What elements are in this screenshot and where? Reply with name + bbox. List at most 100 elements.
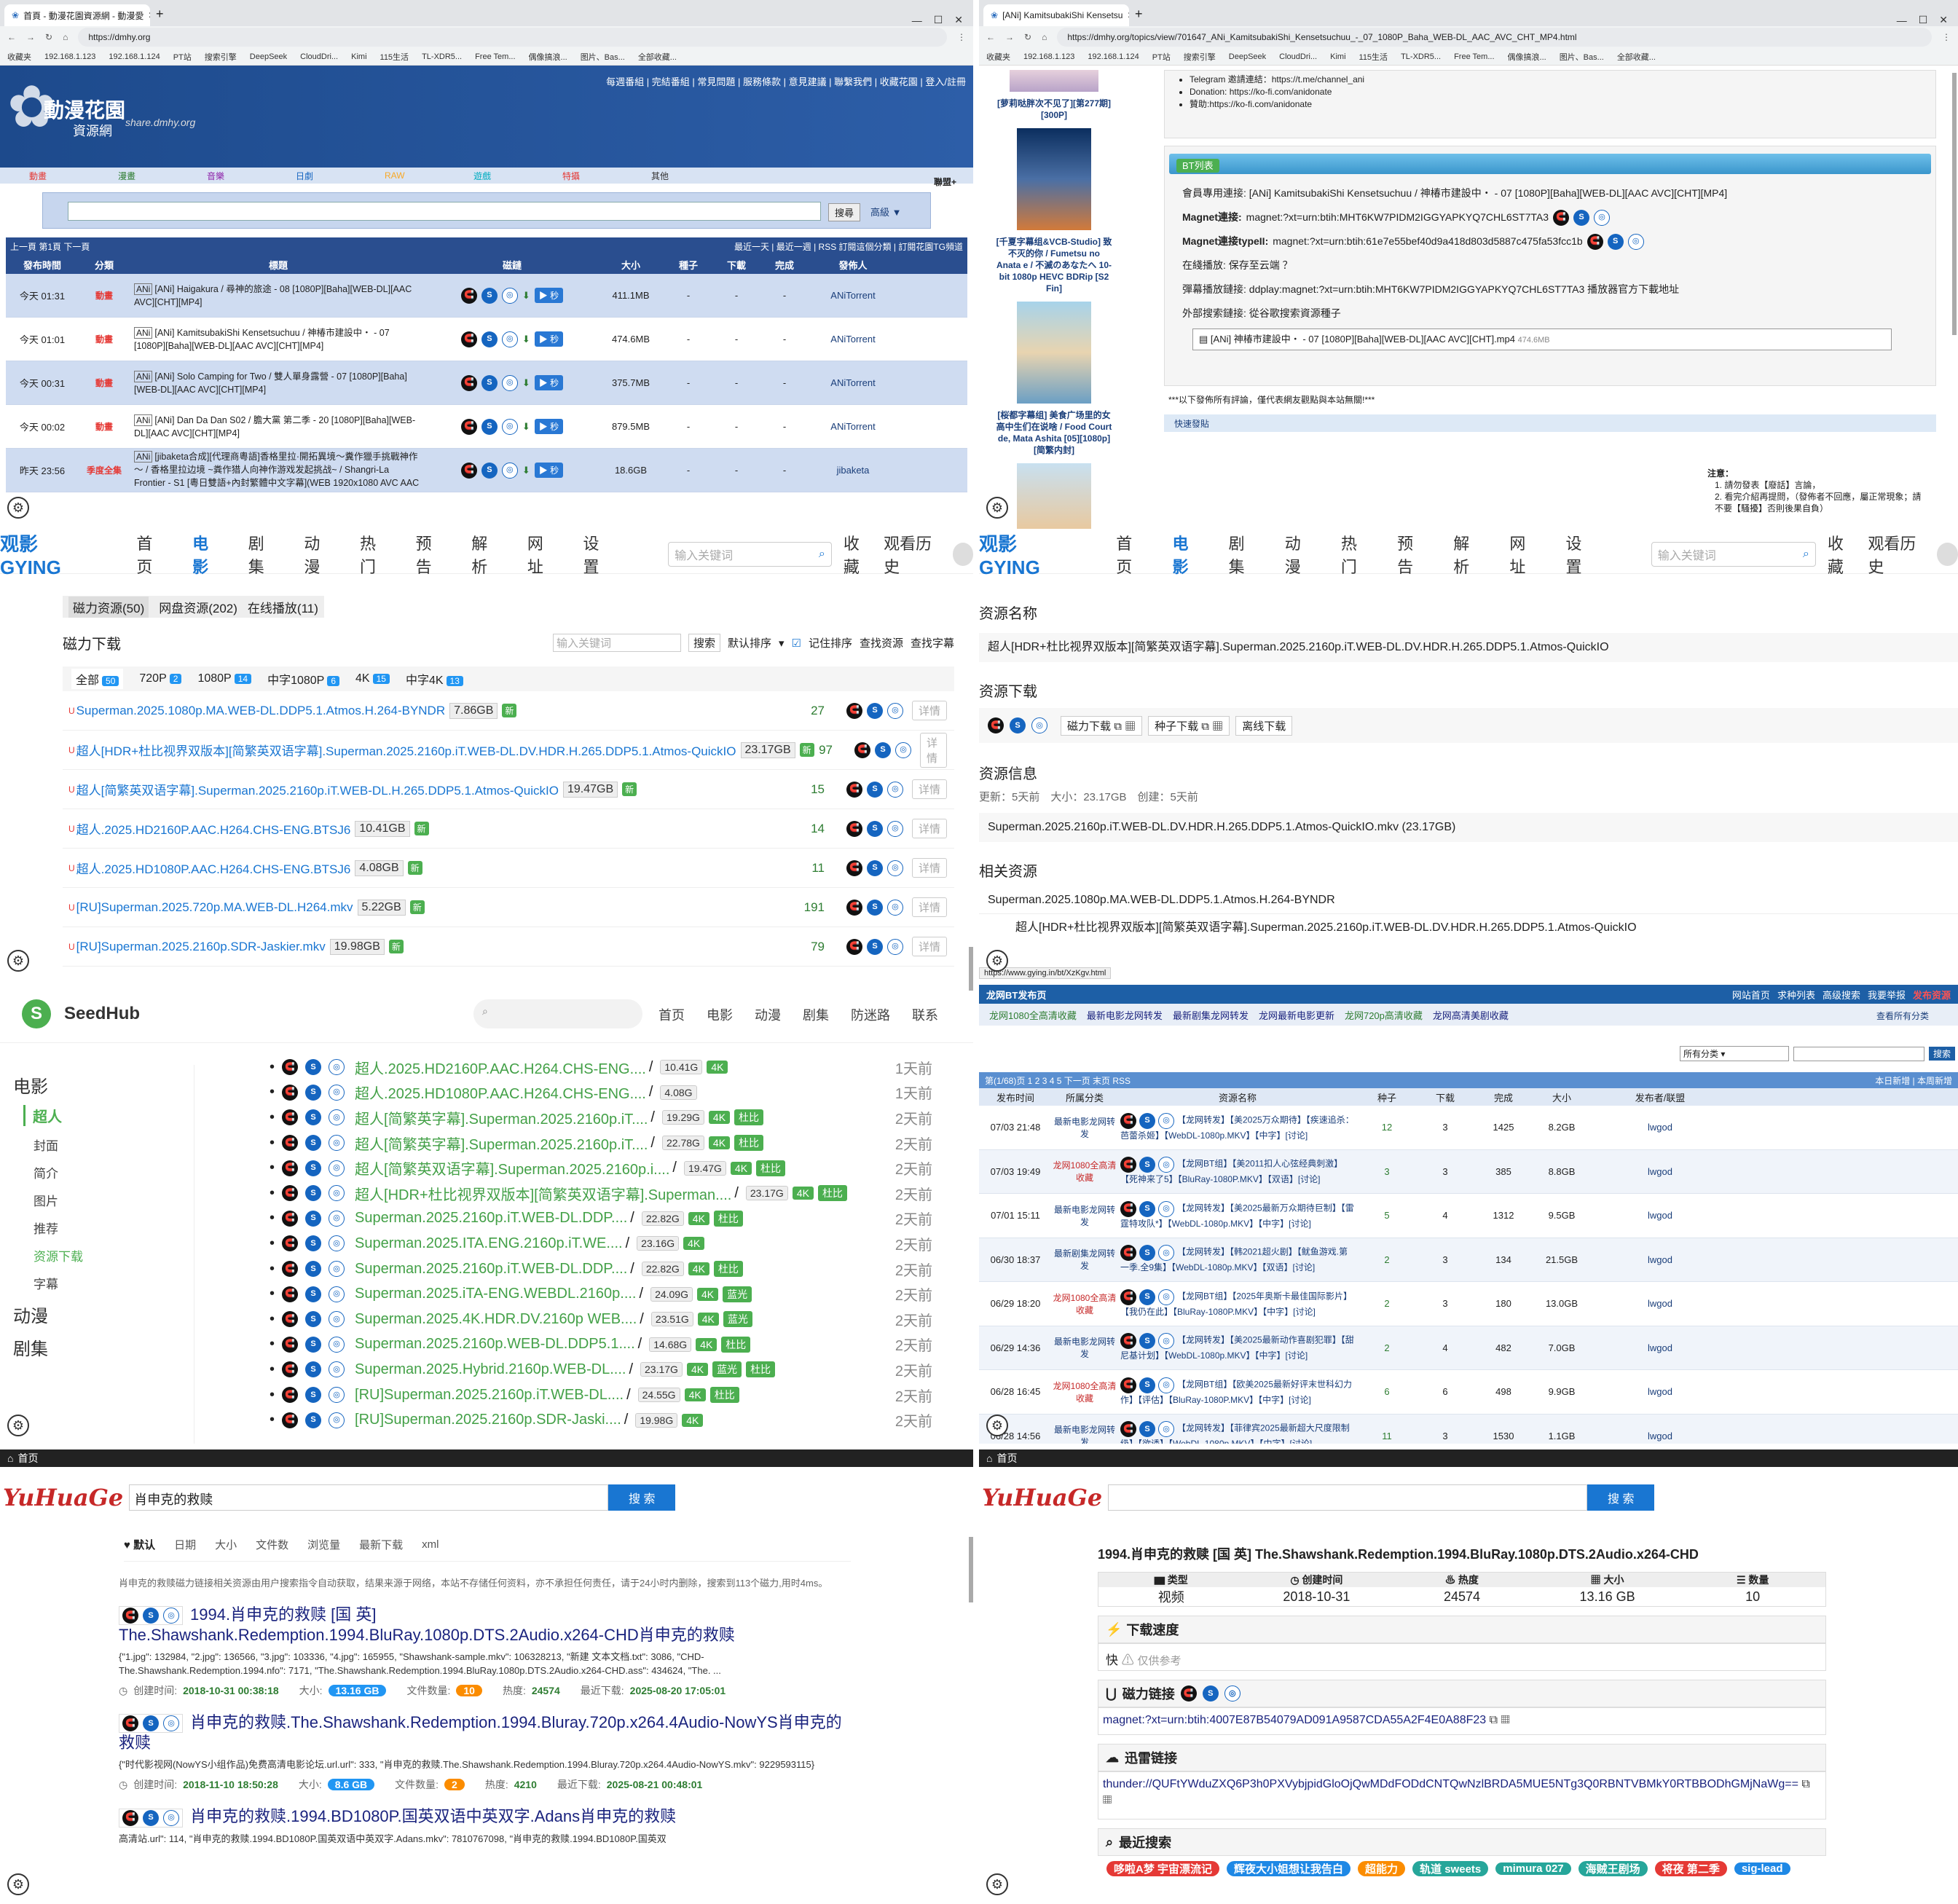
qr-icon[interactable]: ▦ bbox=[1125, 720, 1136, 733]
magnet2-link[interactable]: magnet:?xt=urn:btih:61e7e55bef40d9a418d8… bbox=[1273, 229, 1582, 253]
row-category[interactable]: 龙网1080全高清收藏 bbox=[1052, 1291, 1117, 1316]
globe-icon[interactable]: ◎ bbox=[501, 462, 518, 479]
reload-icon[interactable]: ↻ bbox=[1024, 32, 1031, 42]
magnet-icon[interactable]: 🧲 bbox=[282, 1311, 299, 1328]
column-header[interactable]: 標題 bbox=[130, 258, 427, 272]
find-subtitle[interactable]: 查找字幕 bbox=[911, 635, 954, 650]
avatar[interactable] bbox=[952, 542, 973, 566]
sidebar-item[interactable]: 封面 bbox=[34, 1136, 122, 1154]
magnet-icon[interactable]: 🧲 bbox=[122, 1608, 138, 1624]
info-line[interactable]: Telegram 邀請連結：https://t.me/channel_ani bbox=[1190, 74, 1921, 86]
back-icon[interactable]: ← bbox=[986, 32, 995, 42]
sort-tab[interactable]: xml bbox=[422, 1538, 439, 1551]
home-icon[interactable]: ⌂ bbox=[63, 32, 68, 42]
bookmark-item[interactable]: PT站 bbox=[1152, 51, 1171, 63]
recent-search-tag[interactable]: 海贼王剧场 bbox=[1578, 1860, 1648, 1876]
publisher-link[interactable]: lwgod bbox=[1591, 1342, 1729, 1353]
thumb-image[interactable] bbox=[1017, 463, 1091, 529]
download-icon[interactable]: S bbox=[481, 287, 498, 304]
globe-icon[interactable]: ◎ bbox=[1158, 1289, 1174, 1305]
filter-button[interactable]: 搜索 bbox=[688, 634, 720, 652]
recent-search-tag[interactable]: 哆啦A梦 宇宙漂流记 bbox=[1106, 1860, 1220, 1876]
column-header[interactable]: 发布时间 bbox=[979, 1090, 1052, 1104]
download-icon[interactable]: S bbox=[481, 331, 498, 347]
nav-item[interactable]: 动漫 bbox=[304, 535, 329, 578]
download-icon[interactable]: S bbox=[143, 1608, 159, 1624]
header-link[interactable]: 高级搜索 bbox=[1823, 988, 1860, 1002]
category-link[interactable]: 音樂 bbox=[207, 170, 296, 182]
close-tab-icon[interactable]: ✕ bbox=[1127, 10, 1129, 20]
download-icon[interactable]: S bbox=[1139, 1245, 1155, 1262]
globe-icon[interactable]: ◎ bbox=[1594, 209, 1611, 226]
info-line[interactable]: 贊助:https://ko-fi.com/anidonate bbox=[1190, 98, 1921, 111]
bookmark-item[interactable]: 偶像搞浪... bbox=[529, 51, 567, 63]
magnet-icon[interactable]: 🧲 bbox=[282, 1059, 299, 1076]
download-icon[interactable]: S bbox=[305, 1336, 322, 1353]
globe-icon[interactable]: ◎ bbox=[501, 331, 518, 347]
thunder-link[interactable]: thunder://QUFtYWduZXQ6P3h0PXVybjpidGloOj… bbox=[1103, 1778, 1798, 1790]
search-input[interactable]: ⌕ bbox=[473, 999, 642, 1028]
row-pub[interactable]: ANiTorrent bbox=[809, 290, 897, 301]
download-icon[interactable]: S bbox=[305, 1160, 322, 1176]
related-item[interactable]: 超人[HDR+杜比视界双版本][简繁英双语字幕].Superman.2025.2… bbox=[979, 914, 1958, 942]
address-bar[interactable]: https://dmhy.org/topics/view/701647_ANi_… bbox=[1057, 28, 1932, 47]
result-title[interactable]: 1994.肖申克的救赎 [国 英] The.Shawshank.Redempti… bbox=[119, 1605, 735, 1644]
nav-item[interactable]: 设置 bbox=[583, 535, 609, 578]
resource-name[interactable]: 超人[HDR+杜比视界双版本][简繁英双语字幕].Superman.2025.2… bbox=[979, 633, 1958, 662]
info-line[interactable]: Donation: https://ko-fi.com/anidonate bbox=[1190, 86, 1921, 98]
magnet-icon[interactable]: 🧲 bbox=[282, 1286, 299, 1302]
settings-gear-icon[interactable]: ⚙ bbox=[986, 497, 1008, 519]
row-title[interactable]: ANi [jibaketa合成][代理商粵語]香格里拉·開拓異境～糞作獵手挑戰神作… bbox=[130, 450, 427, 491]
settings-gear-icon[interactable]: ⚙ bbox=[986, 1873, 1008, 1895]
magnet-icon[interactable]: 🧲 bbox=[1120, 1377, 1136, 1393]
download-icon[interactable]: S bbox=[305, 1361, 322, 1378]
bookmark-item[interactable]: 192.168.1.123 bbox=[44, 52, 95, 61]
back-icon[interactable]: ← bbox=[7, 32, 16, 42]
search-icon[interactable]: ⌕ bbox=[1803, 548, 1809, 561]
publisher-link[interactable]: lwgod bbox=[1591, 1431, 1729, 1441]
download-icon[interactable]: S bbox=[305, 1059, 322, 1076]
arrow-down-icon[interactable]: ⬇ bbox=[522, 377, 530, 389]
new-tab-icon[interactable]: + bbox=[1135, 7, 1143, 22]
nav-item[interactable]: 动漫 bbox=[755, 1005, 781, 1024]
category-link[interactable]: 最新电影龙网转发 bbox=[1087, 1008, 1163, 1022]
recent-search-tag[interactable]: 超能力 bbox=[1358, 1860, 1406, 1876]
settings-gear-icon[interactable]: ⚙ bbox=[986, 950, 1008, 972]
globe-icon[interactable]: ◎ bbox=[1158, 1112, 1174, 1129]
category-link[interactable]: 最新剧集龙网转发 bbox=[1173, 1008, 1249, 1022]
magnet-link[interactable]: magnet:?xt=urn:btih:MHT6KW7PIDM2IGGYAPKY… bbox=[1246, 205, 1549, 229]
qr-icon[interactable]: ▦ bbox=[1501, 1714, 1510, 1726]
nav-item[interactable]: 防迷路 bbox=[851, 1005, 890, 1024]
download-icon[interactable]: S bbox=[305, 1261, 322, 1278]
header-link[interactable]: 求种列表 bbox=[1777, 988, 1815, 1002]
row-title[interactable]: ANi [ANi] Solo Camping for Two / 雙人單身露營 -… bbox=[130, 370, 427, 396]
settings-gear-icon[interactable]: ⚙ bbox=[7, 950, 29, 972]
search-button[interactable]: 搜 索 bbox=[608, 1484, 676, 1511]
download-icon[interactable]: S bbox=[481, 418, 498, 435]
site-logo[interactable]: 观影 GYING bbox=[979, 535, 1072, 579]
magnet-icon[interactable]: 🧲 bbox=[282, 1109, 299, 1126]
nav-item[interactable]: 预告 bbox=[1397, 535, 1423, 578]
download-icon[interactable]: S bbox=[866, 781, 883, 798]
bookmark-item[interactable]: CloudDri... bbox=[1279, 52, 1317, 61]
bookmark-item[interactable]: TL-XDR5... bbox=[1401, 52, 1441, 61]
search-button[interactable]: 搜尋 bbox=[828, 203, 861, 221]
resource-link[interactable]: [RU]Superman.2025.2160p.iT.WEB-DL.... bbox=[355, 1387, 624, 1404]
pager[interactable]: 第(1/68)页 1 2 3 4 5 下一页 末页 RSS bbox=[985, 1074, 1131, 1087]
sidebar-item[interactable]: 简介 bbox=[34, 1163, 122, 1181]
row-pub[interactable]: jibaketa bbox=[809, 465, 897, 476]
home-link[interactable]: 首页 bbox=[17, 1451, 38, 1466]
download-icon[interactable]: S bbox=[305, 1084, 322, 1101]
extensions-icon[interactable]: ⋮ bbox=[957, 32, 966, 42]
forward-icon[interactable]: → bbox=[1005, 32, 1014, 42]
magnet-icon[interactable]: 🧲 bbox=[460, 287, 477, 304]
nav-item[interactable]: 联系 bbox=[912, 1005, 938, 1024]
resource-link[interactable]: [RU]Superman.2025.2160p.SDR-Jaski.... bbox=[355, 1412, 621, 1428]
category-link[interactable]: 遊戲 bbox=[473, 170, 562, 182]
minimize-icon[interactable]: — bbox=[912, 15, 922, 26]
category-link[interactable]: 龙网高清美剧收藏 bbox=[1433, 1008, 1509, 1022]
site-logo[interactable]: 观影 GYING bbox=[0, 535, 93, 579]
bookmark-item[interactable]: 115生活 bbox=[380, 51, 409, 63]
sidebar-item[interactable]: 剧集 bbox=[13, 1334, 122, 1360]
resource-link[interactable]: Superman.2025.1080p.MA.WEB-DL.DDP5.1.Atm… bbox=[76, 704, 445, 718]
